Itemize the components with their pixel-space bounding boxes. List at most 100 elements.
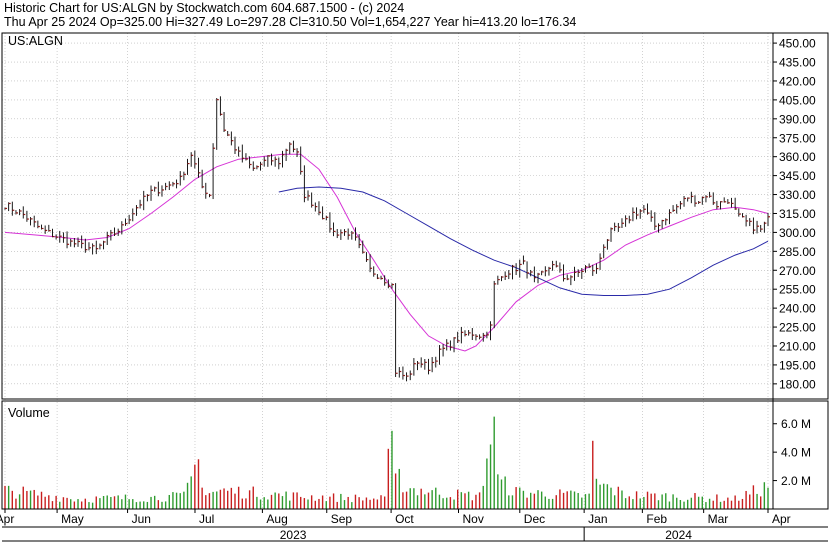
price-bar (114, 227, 117, 237)
price-bar (62, 232, 66, 243)
price-bar (428, 358, 431, 375)
price-bar (555, 260, 559, 268)
price-bar (639, 209, 643, 219)
price-bar (417, 360, 420, 371)
price-bar (501, 276, 504, 282)
price-bar (398, 367, 402, 378)
price-bar (533, 266, 537, 283)
price-bar (570, 275, 573, 286)
price-bar (435, 356, 438, 368)
price-bar (460, 326, 464, 344)
symbol-label: US:ALGN (8, 34, 63, 48)
price-bar (701, 196, 705, 205)
price-bar (665, 218, 668, 226)
price-tick-label: 210.00 (779, 339, 816, 353)
price-bar (391, 283, 394, 289)
price-bar (738, 208, 741, 217)
month-tick-label: Jun (132, 512, 151, 526)
price-tick-label: 255.00 (779, 283, 816, 297)
month-tick-label: Jan (588, 512, 607, 526)
price-bar (563, 264, 566, 282)
price-bar (41, 224, 44, 230)
price-tick-label: 375.00 (779, 131, 816, 145)
price-bar (548, 266, 551, 276)
price-bar (585, 265, 588, 273)
price-bar (723, 197, 727, 203)
price-bar (446, 339, 449, 351)
price-bar (292, 140, 296, 153)
month-tick-label: May (61, 512, 84, 526)
price-tick-label: 390.00 (779, 112, 816, 126)
price-bar (373, 266, 376, 277)
price-tick-label: 270.00 (779, 264, 816, 278)
price-bar (66, 231, 70, 249)
price-bar (727, 199, 730, 204)
price-bar (449, 340, 453, 351)
price-bar (508, 270, 511, 280)
price-bar (541, 270, 544, 276)
price-bar (22, 206, 26, 219)
price-bar (668, 209, 672, 225)
price-bar (30, 217, 33, 226)
price-bar (544, 266, 548, 277)
price-bar (176, 179, 179, 189)
price-bar (464, 330, 467, 337)
price-bar (380, 275, 384, 280)
price-bar (289, 142, 292, 155)
price-bar (406, 372, 409, 382)
price-bar (749, 218, 752, 227)
price-bar (756, 220, 760, 234)
price-bar (263, 156, 267, 167)
price-bar (683, 195, 687, 207)
price-bar (307, 190, 311, 201)
price-bar (4, 207, 7, 210)
price-bar (245, 153, 248, 161)
price-tick-label: 285.00 (779, 245, 816, 259)
price-bar (420, 357, 424, 368)
price-bar (230, 131, 234, 146)
price-bar (347, 228, 351, 240)
price-tick-label: 225.00 (779, 321, 816, 335)
price-bar (106, 231, 110, 246)
price-bar (694, 195, 697, 207)
price-bar (690, 191, 694, 204)
month-tick-label: Dec (524, 512, 545, 526)
year-label: 2023 (280, 528, 307, 542)
moving-average-short (4, 153, 769, 352)
price-bar (336, 229, 340, 239)
price-tick-label: 360.00 (779, 150, 816, 164)
month-tick-label: Aug (266, 512, 287, 526)
price-bar (333, 222, 336, 237)
price-bar (227, 131, 230, 137)
month-tick-label: Apr (772, 512, 791, 526)
price-bar (329, 212, 332, 233)
price-bar (606, 239, 610, 250)
price-bar (365, 252, 369, 262)
price-axis-labels: 450.00 435.00 420.00 405.00 390.00 375.00 360.… (773, 37, 816, 391)
price-bar (438, 345, 442, 365)
price-bar (621, 218, 624, 229)
price-tick-label: 180.00 (779, 377, 816, 391)
price-bar (208, 193, 212, 198)
price-bar (314, 202, 318, 212)
volume-panel-border (1, 400, 829, 510)
price-bar (519, 259, 522, 278)
price-bar (402, 366, 405, 380)
price-bar (424, 359, 427, 370)
time-axis-labels: Apr May Jun Jul Aug Sep Oct Nov Dec Jan Feb Mar Apr 2… (0, 509, 791, 542)
price-bar (647, 203, 650, 215)
price-bar (238, 146, 241, 157)
price-bar (26, 210, 29, 222)
price-bar (187, 158, 190, 175)
price-bar (179, 171, 183, 186)
price-tick-label: 405.00 (779, 93, 816, 107)
price-bar (48, 224, 51, 232)
price-bar (103, 240, 106, 250)
price-bar (442, 344, 446, 357)
price-bar (296, 148, 300, 158)
price-bar (37, 220, 40, 229)
price-bar (234, 136, 237, 155)
price-bar (70, 238, 73, 247)
month-tick-label: Oct (395, 512, 414, 526)
price-bars (4, 96, 770, 382)
